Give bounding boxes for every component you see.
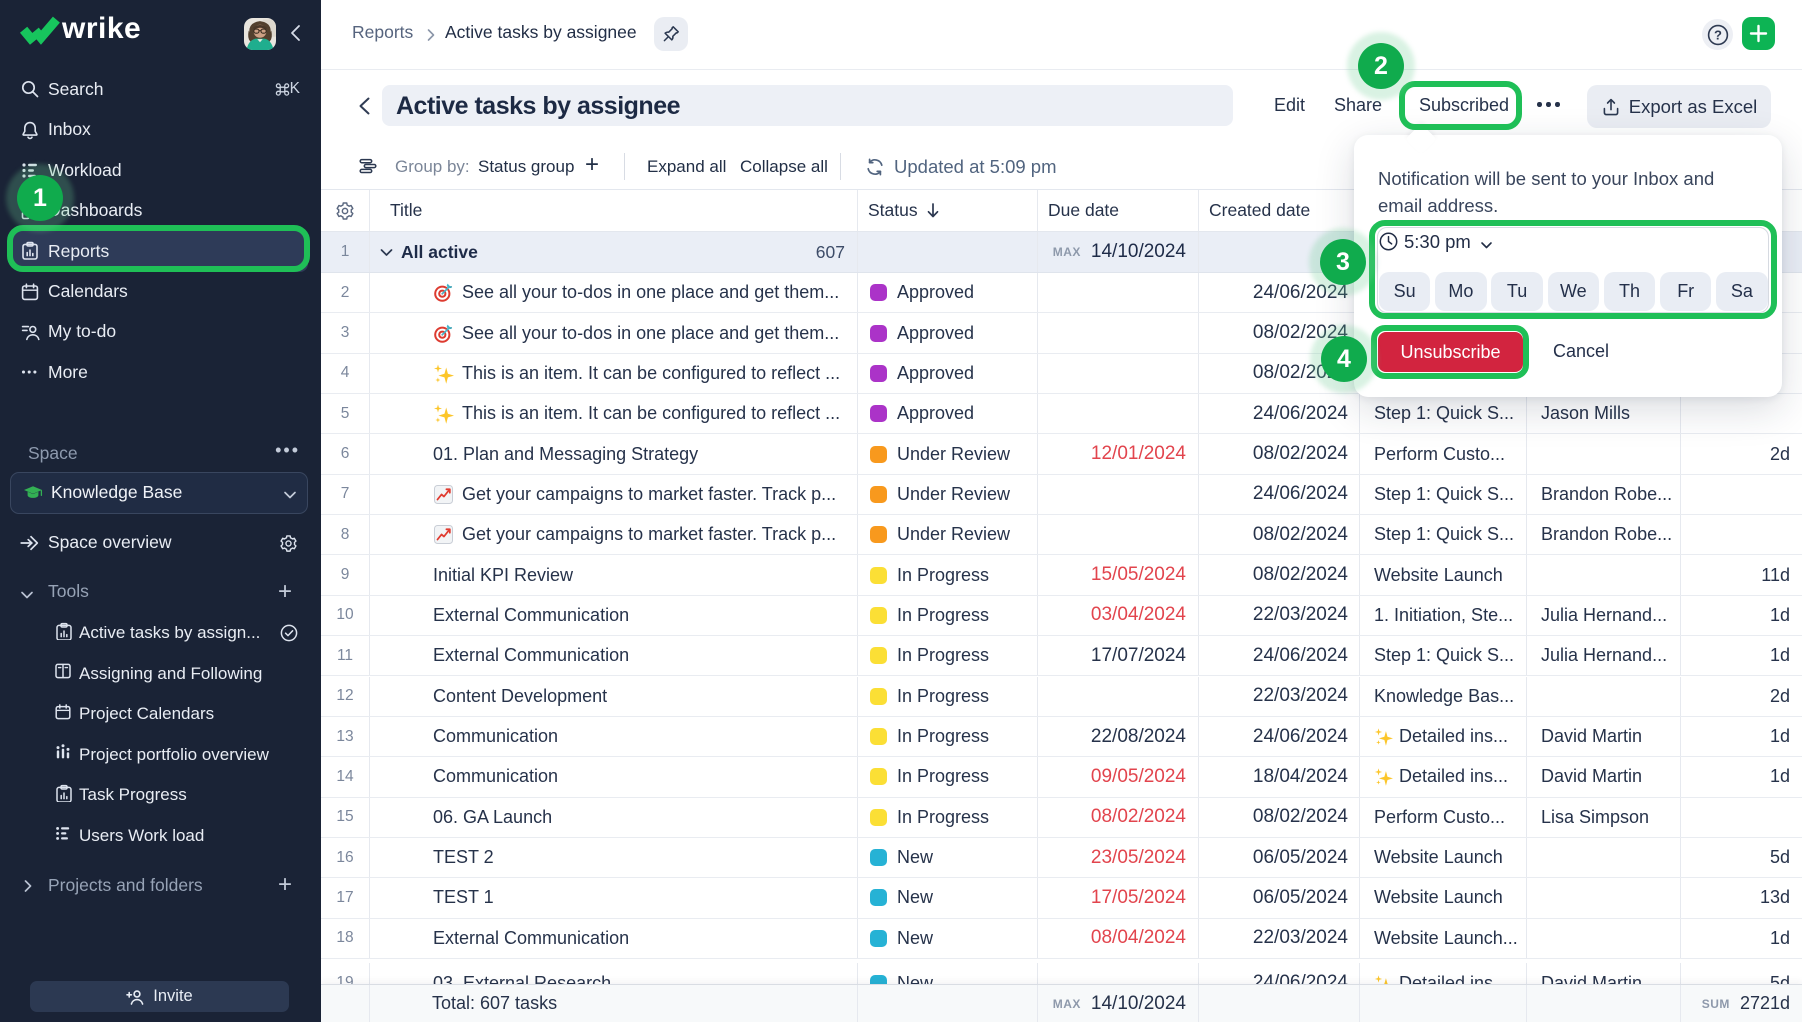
svg-text:?: ?: [1714, 27, 1722, 42]
